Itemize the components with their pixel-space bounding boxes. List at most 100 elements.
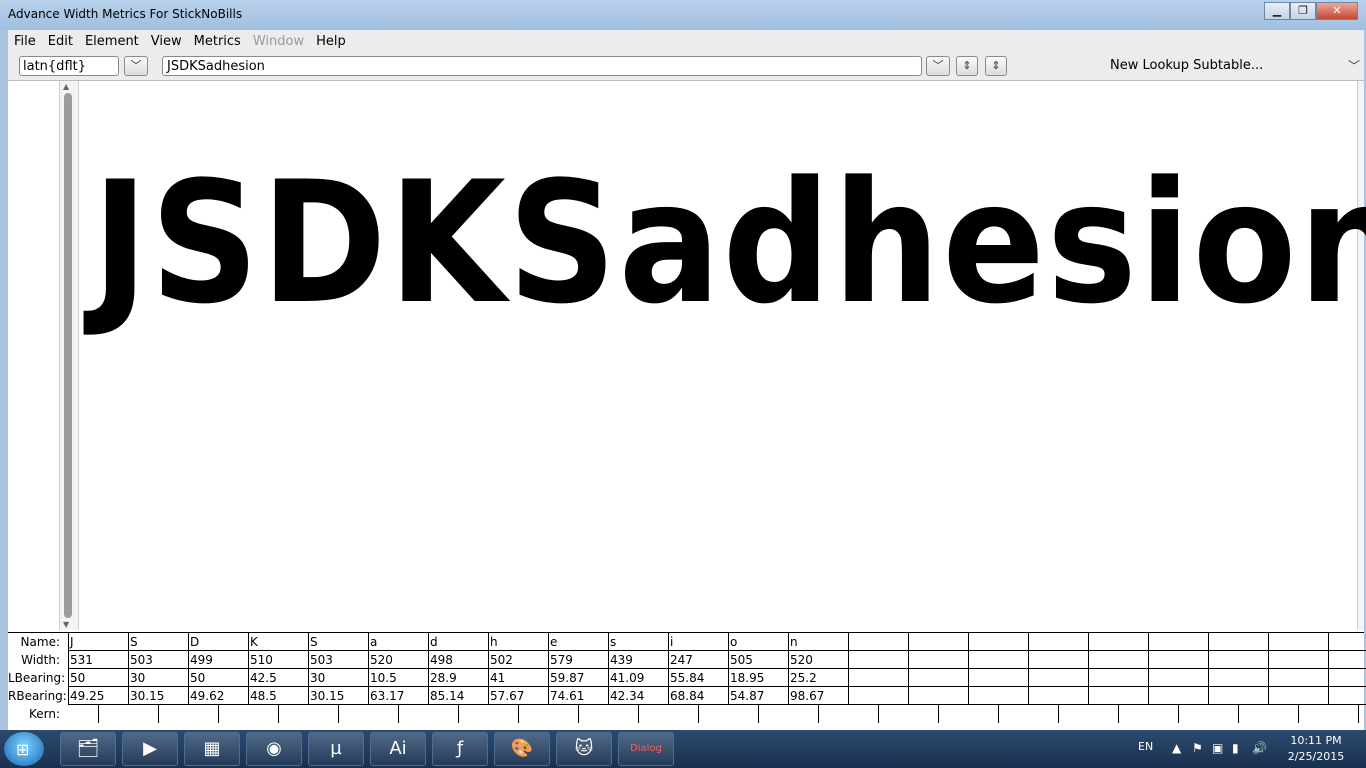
kern-cell[interactable] xyxy=(1118,705,1178,723)
lbearing-cell[interactable]: 28.9 xyxy=(428,669,488,687)
kern-cell[interactable] xyxy=(758,705,818,723)
lbearing-cell[interactable]: 50 xyxy=(68,669,128,687)
scroll-up-down-button[interactable]: ⇕ xyxy=(956,56,978,76)
rbearing-cell[interactable] xyxy=(1028,687,1088,705)
width-cell[interactable] xyxy=(1148,651,1208,669)
kern-cell[interactable] xyxy=(998,705,1058,723)
width-cell[interactable]: 247 xyxy=(668,651,728,669)
kern-cell[interactable] xyxy=(458,705,518,723)
kern-cell[interactable] xyxy=(698,705,758,723)
language-indicator[interactable]: EN xyxy=(1138,740,1153,753)
clock-time[interactable]: 10:11 PM xyxy=(1276,734,1356,747)
rbearing-cell[interactable] xyxy=(968,687,1028,705)
width-cell[interactable]: 510 xyxy=(248,651,308,669)
text-history-dropdown-button[interactable]: ﹀ xyxy=(926,56,950,76)
lbearing-cell[interactable]: 55.84 xyxy=(668,669,728,687)
taskbar-media-player-icon[interactable]: ▶ xyxy=(122,732,178,766)
lbearing-cell[interactable]: 25.2 xyxy=(788,669,848,687)
rbearing-cell[interactable]: 42.34 xyxy=(608,687,668,705)
width-cell[interactable]: 503 xyxy=(308,651,368,669)
vertical-scrollbar[interactable]: ▲ ▼ xyxy=(59,81,79,630)
rbearing-cell[interactable]: 30.15 xyxy=(308,687,368,705)
volume-icon[interactable]: 🔊 xyxy=(1252,741,1267,755)
rbearing-cell[interactable] xyxy=(1328,687,1366,705)
width-cell[interactable]: 505 xyxy=(728,651,788,669)
taskbar-app-grid-icon[interactable]: ▦ xyxy=(184,732,240,766)
kern-cell[interactable] xyxy=(218,705,278,723)
network-icon[interactable]: ▮ xyxy=(1232,741,1239,755)
kern-cell[interactable] xyxy=(1298,705,1358,723)
kern-cell[interactable] xyxy=(98,705,158,723)
kern-cell[interactable] xyxy=(398,705,458,723)
kern-cell[interactable] xyxy=(1178,705,1238,723)
rbearing-cell[interactable]: 68.84 xyxy=(668,687,728,705)
lbearing-cell[interactable]: 10.5 xyxy=(368,669,428,687)
scroll-up-icon[interactable]: ▲ xyxy=(63,82,69,91)
action-center-icon[interactable]: ⚑ xyxy=(1192,741,1203,755)
tray-app-icon[interactable]: ▣ xyxy=(1212,741,1223,755)
menu-edit[interactable]: Edit xyxy=(42,34,79,49)
kern-cell[interactable] xyxy=(518,705,578,723)
menu-file[interactable]: File xyxy=(8,34,42,49)
rbearing-cell[interactable]: 48.5 xyxy=(248,687,308,705)
lbearing-cell[interactable]: 18.95 xyxy=(728,669,788,687)
rbearing-cell[interactable]: 63.17 xyxy=(368,687,428,705)
rbearing-cell[interactable]: 54.87 xyxy=(728,687,788,705)
kern-cell[interactable] xyxy=(1058,705,1118,723)
taskbar-fontforge-icon[interactable]: ƒ xyxy=(432,732,488,766)
script-dropdown-button[interactable]: ﹀ xyxy=(124,56,148,76)
rbearing-cell[interactable] xyxy=(1088,687,1148,705)
taskbar-cat-app-icon[interactable]: 🐱 xyxy=(556,732,612,766)
lbearing-cell[interactable] xyxy=(1268,669,1328,687)
lbearing-cell[interactable]: 42.5 xyxy=(248,669,308,687)
menu-metrics[interactable]: Metrics xyxy=(188,34,247,49)
lookup-subtable-select[interactable]: New Lookup Subtable... ﹀ xyxy=(1020,54,1364,78)
width-cell[interactable]: 579 xyxy=(548,651,608,669)
taskbar-illustrator-icon[interactable]: Ai xyxy=(370,732,426,766)
kern-cell[interactable] xyxy=(818,705,878,723)
kern-cell[interactable] xyxy=(1238,705,1298,723)
rbearing-cell[interactable]: 49.62 xyxy=(188,687,248,705)
width-cell[interactable]: 503 xyxy=(128,651,188,669)
taskbar-utorrent-icon[interactable]: µ xyxy=(308,732,364,766)
rbearing-cell[interactable]: 57.67 xyxy=(488,687,548,705)
menu-element[interactable]: Element xyxy=(79,34,145,49)
lbearing-cell[interactable]: 59.87 xyxy=(548,669,608,687)
taskbar-file-explorer-icon[interactable]: 🗂 xyxy=(60,732,116,766)
lbearing-cell[interactable] xyxy=(1028,669,1088,687)
rbearing-cell[interactable] xyxy=(1268,687,1328,705)
script-select[interactable]: latn{dflt} xyxy=(19,56,119,76)
kern-cell[interactable] xyxy=(878,705,938,723)
taskbar-chrome-icon[interactable]: ◉ xyxy=(246,732,302,766)
taskbar-dialog-icon[interactable]: Dialog xyxy=(618,732,674,766)
lbearing-cell[interactable]: 50 xyxy=(188,669,248,687)
scroll-down-icon[interactable]: ▼ xyxy=(63,620,69,629)
lbearing-cell[interactable] xyxy=(968,669,1028,687)
kern-cell[interactable] xyxy=(1358,705,1366,723)
width-cell[interactable] xyxy=(848,651,908,669)
rbearing-cell[interactable]: 49.25 xyxy=(68,687,128,705)
width-cell[interactable] xyxy=(1028,651,1088,669)
width-cell[interactable]: 531 xyxy=(68,651,128,669)
kern-cell[interactable] xyxy=(638,705,698,723)
width-cell[interactable]: 520 xyxy=(368,651,428,669)
lbearing-cell[interactable] xyxy=(1148,669,1208,687)
kern-cell[interactable] xyxy=(158,705,218,723)
menu-help[interactable]: Help xyxy=(310,34,352,49)
glyph-canvas[interactable]: ▲ ▼ JSDKSadhesion xyxy=(8,81,1366,630)
lbearing-cell[interactable]: 30 xyxy=(128,669,188,687)
width-cell[interactable] xyxy=(1208,651,1268,669)
scrollbar-thumb[interactable] xyxy=(64,93,72,618)
width-cell[interactable] xyxy=(1088,651,1148,669)
close-button[interactable]: ✕ xyxy=(1316,2,1358,20)
rbearing-cell[interactable] xyxy=(1148,687,1208,705)
width-cell[interactable]: 502 xyxy=(488,651,548,669)
width-cell[interactable]: 439 xyxy=(608,651,668,669)
width-cell[interactable]: 499 xyxy=(188,651,248,669)
menu-view[interactable]: View xyxy=(145,34,188,49)
rbearing-cell[interactable] xyxy=(1208,687,1268,705)
width-cell[interactable] xyxy=(908,651,968,669)
clock-date[interactable]: 2/25/2015 xyxy=(1276,750,1356,763)
rbearing-cell[interactable] xyxy=(848,687,908,705)
lbearing-cell[interactable] xyxy=(1208,669,1268,687)
